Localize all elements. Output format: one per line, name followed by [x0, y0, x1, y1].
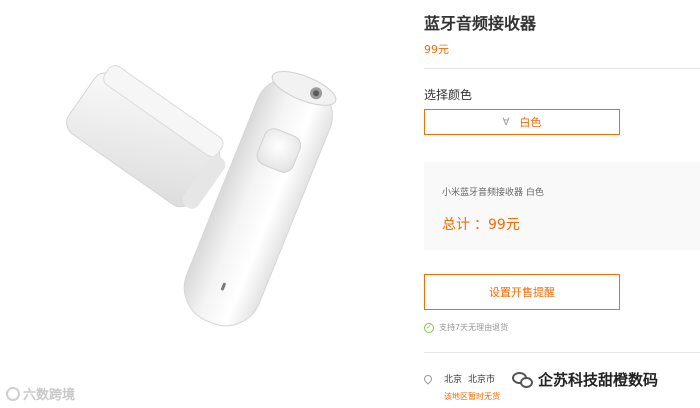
- summary-total-label: 总计: [442, 217, 470, 233]
- watermark-right-text: 企苏科技甜橙数码: [538, 371, 659, 389]
- divider: [424, 68, 700, 69]
- divider: [424, 352, 700, 353]
- product-image: [0, 0, 410, 408]
- delivery-location: 北京 北京市 该地区暂时无货: [422, 372, 500, 402]
- summary-product-name: 小米蓝牙音频接收器 白色: [442, 188, 544, 198]
- summary-total-value: ：99元: [474, 217, 520, 233]
- color-option-white[interactable]: ∀ 白色: [424, 109, 620, 135]
- product-page: 六数跨境 蓝牙音频接收器 99元 选择颜色 ∀ 白色 小米蓝牙音频接收器 白色 …: [0, 0, 700, 408]
- summary-total: 总计 ：99元: [442, 214, 520, 234]
- return-policy-text: 支持7天无理由退货: [439, 323, 509, 332]
- product-price: 99元: [424, 43, 449, 56]
- stock-status: 该地区暂时无货: [444, 392, 500, 401]
- bluetooth-receiver-illustration: [66, 65, 337, 327]
- watermark-logo-icon: [6, 386, 20, 401]
- product-title: 蓝牙音频接收器: [424, 14, 537, 33]
- location-province[interactable]: 北京: [444, 372, 462, 385]
- watermark-left-text: 六数跨境: [23, 388, 76, 403]
- clip-piece: [66, 65, 226, 209]
- order-summary: 小米蓝牙音频接收器 白色 总计 ：99元: [424, 162, 700, 250]
- color-section-label: 选择颜色: [424, 88, 473, 102]
- return-policy: ✓ 支持7天无理由退货: [424, 322, 508, 333]
- color-option-label: 白色: [519, 116, 542, 129]
- watermark-right: 企苏科技甜橙数码: [508, 367, 663, 392]
- location-city[interactable]: 北京市: [468, 372, 495, 385]
- set-sale-reminder-button[interactable]: 设置开售提醒: [424, 274, 620, 310]
- check-circle-icon: ✓: [424, 322, 434, 333]
- location-pin-icon: [422, 372, 434, 385]
- color-option-icon: ∀: [502, 116, 510, 128]
- wechat-icon: [512, 371, 534, 389]
- watermark-left: 六数跨境: [6, 384, 75, 403]
